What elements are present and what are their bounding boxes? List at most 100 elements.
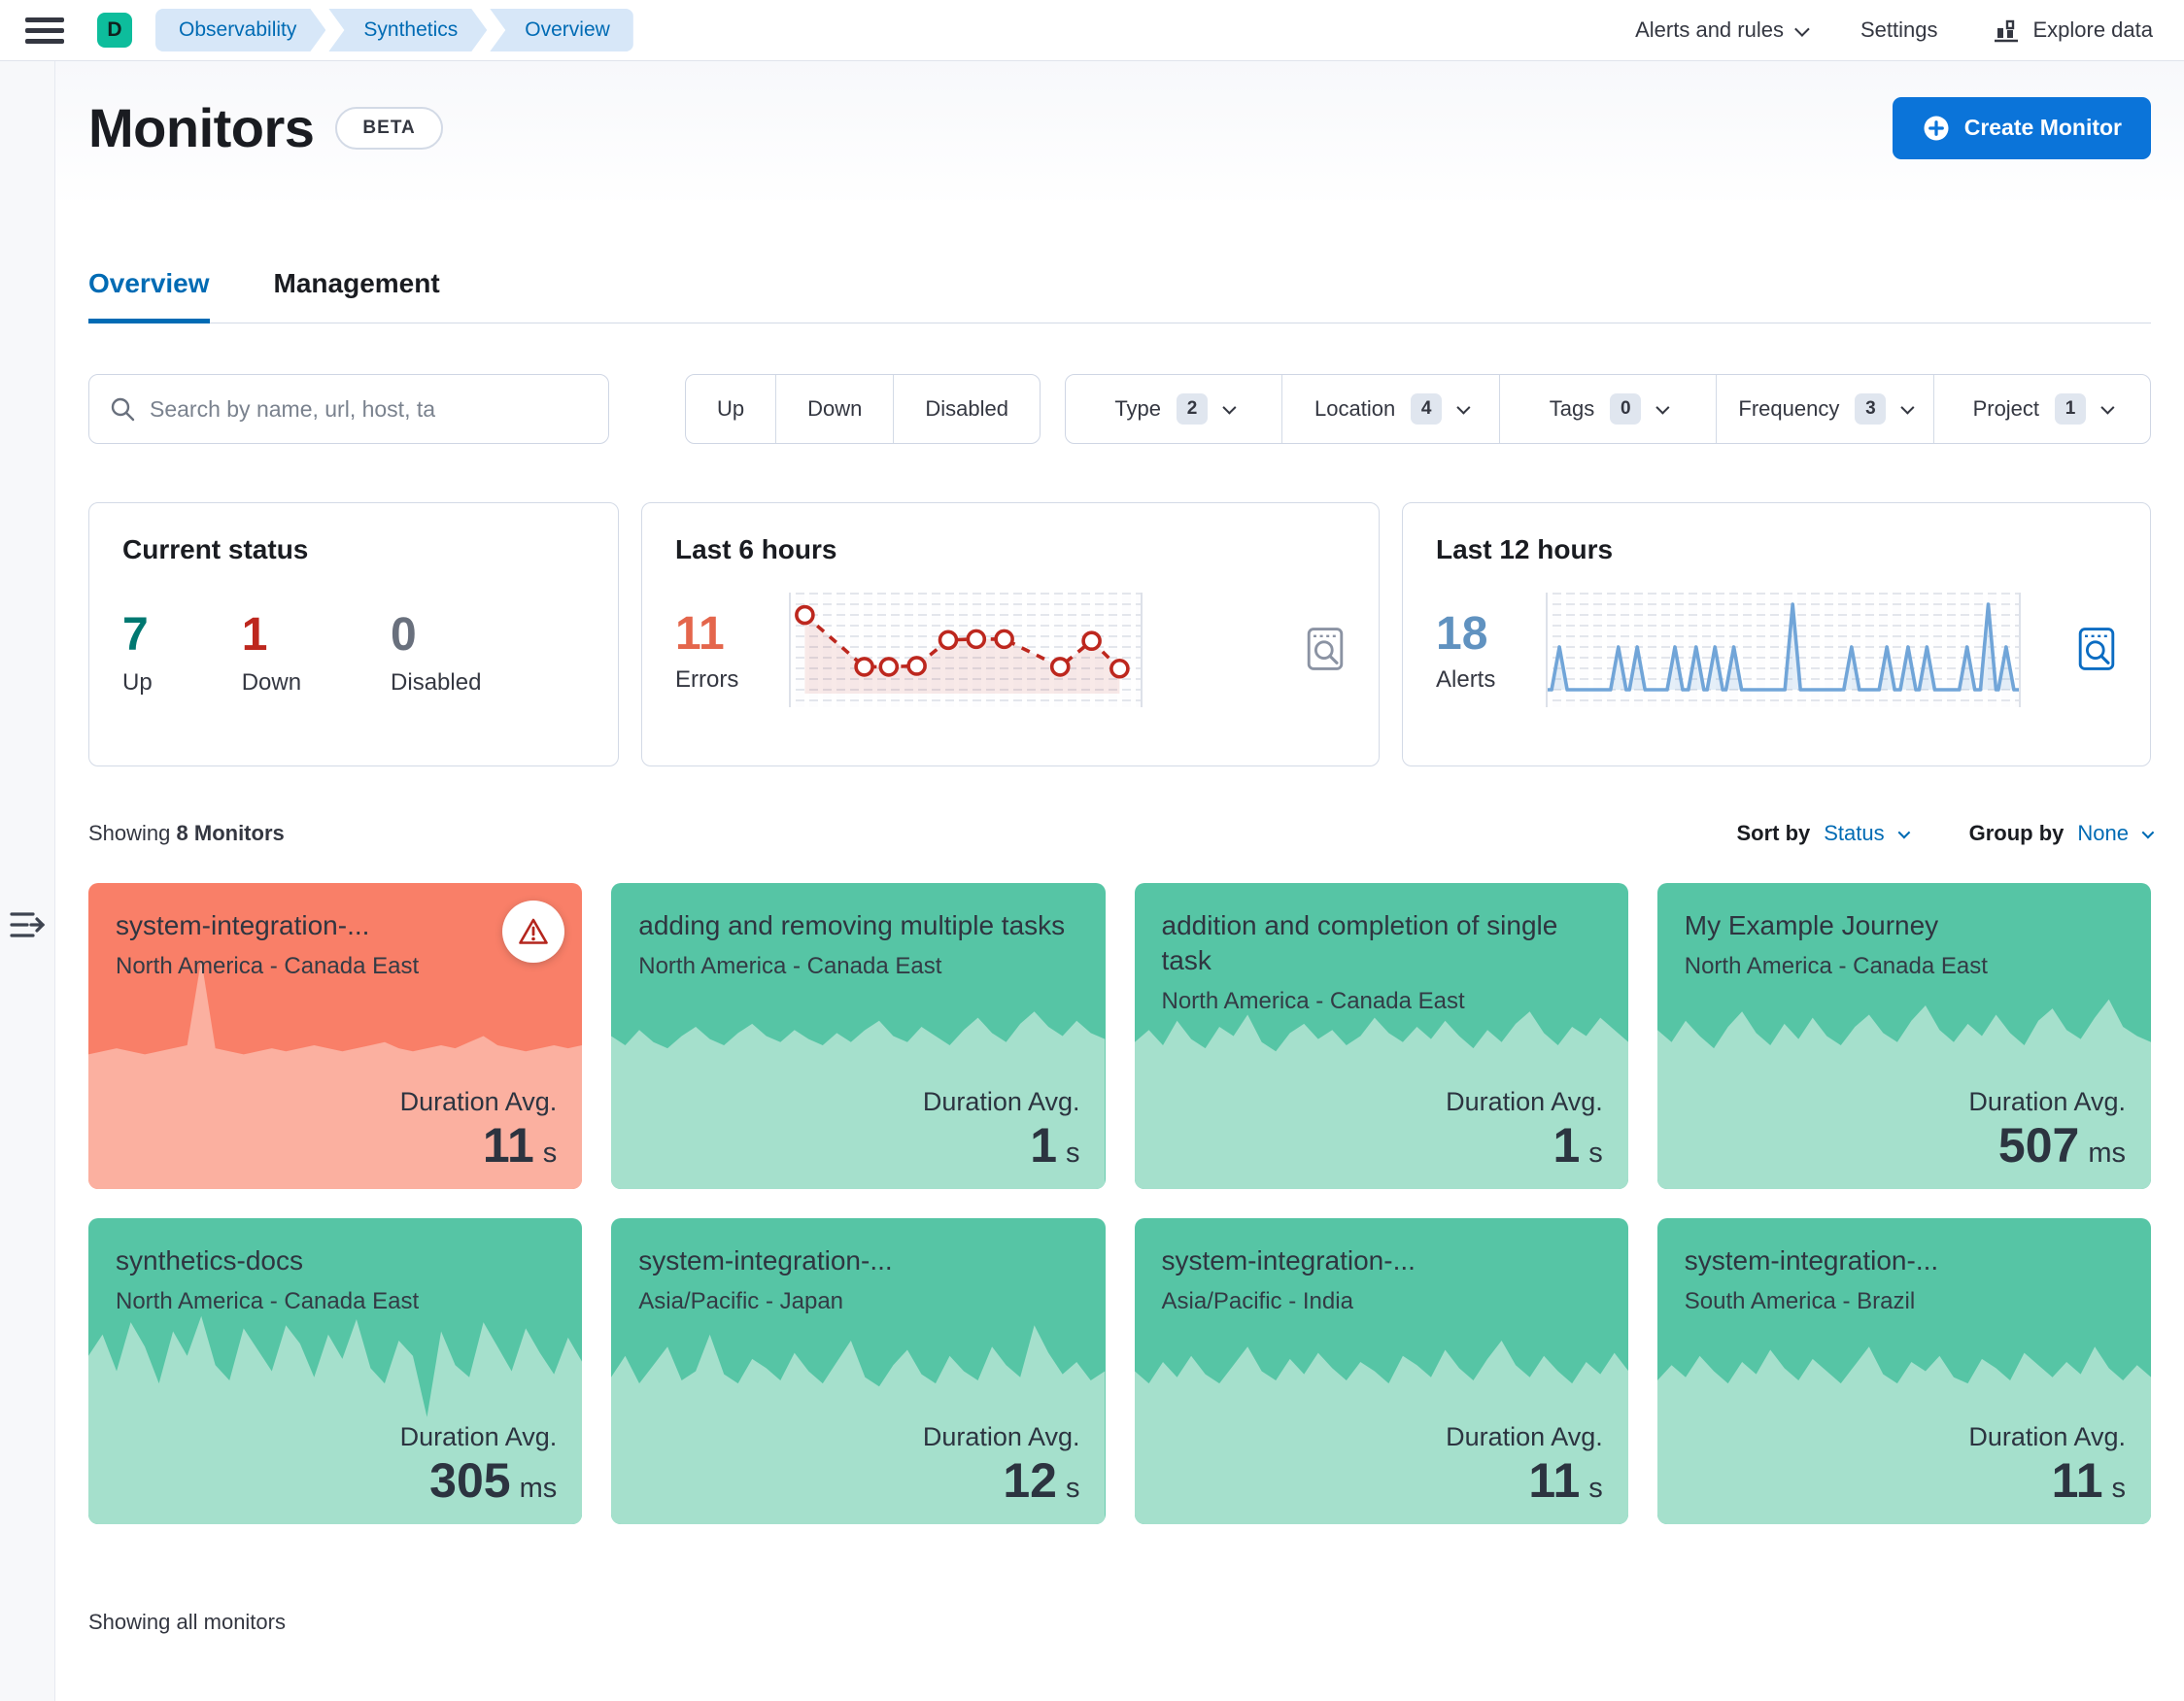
breadcrumb-observability[interactable]: Observability [155, 9, 325, 51]
inspect-icon[interactable] [2076, 626, 2117, 675]
filter-type-dropdown[interactable]: Type 2 [1066, 375, 1281, 443]
chevron-down-icon [2100, 400, 2115, 415]
monitor-location: North America - Canada East [1684, 952, 1988, 979]
breadcrumb-synthetics[interactable]: Synthetics [328, 9, 487, 51]
monitor-card[interactable]: My Example Journey North America - Canad… [1656, 883, 2151, 1189]
monitor-card[interactable]: addition and completion of single task N… [1134, 883, 1628, 1189]
group-by-control[interactable]: Group by None [1969, 821, 2155, 846]
duration-label: Duration Avg. [1968, 1422, 2126, 1451]
monitors-count: 8 Monitors [176, 821, 285, 845]
monitor-name: synthetics-docs [116, 1245, 303, 1276]
overview-stats: Current status 7 Up 1 Down 0 Disabled La… [88, 502, 2151, 766]
alerts-chart [1546, 593, 2022, 707]
top-navbar: D Observability Synthetics Overview Aler… [0, 0, 2184, 61]
monitor-card[interactable]: adding and removing multiple tasks North… [611, 883, 1106, 1189]
showing-count: Showing 8 Monitors [88, 821, 285, 846]
duration-unit: s [542, 1138, 558, 1169]
alerts-and-rules-menu[interactable]: Alerts and rules [1635, 17, 1810, 43]
duration-label: Duration Avg. [399, 1422, 558, 1451]
duration-unit: ms [519, 1473, 558, 1504]
alerts-count: 18 [1436, 607, 1488, 660]
filter-location-dropdown[interactable]: Location 4 [1281, 375, 1498, 443]
chevron-down-icon [1456, 400, 1471, 415]
monitor-location: North America - Canada East [116, 952, 420, 979]
menu-icon[interactable] [25, 17, 72, 44]
breadcrumb-overview[interactable]: Overview [490, 9, 633, 51]
tab-overview[interactable]: Overview [88, 268, 210, 323]
settings-link[interactable]: Settings [1860, 17, 1938, 43]
chevron-down-icon [1222, 400, 1237, 415]
filter-up-button[interactable]: Up [686, 375, 775, 443]
duration-unit: s [1066, 1138, 1080, 1169]
duration-value: 305 [429, 1453, 511, 1508]
tab-management[interactable]: Management [274, 268, 440, 323]
monitor-location: North America - Canada East [1161, 987, 1465, 1014]
errors-metric: 11 Errors [675, 607, 738, 694]
showing-prefix: Showing [88, 821, 171, 845]
monitor-card[interactable]: system-integration-... Asia/Pacific - In… [1134, 1218, 1628, 1524]
bar-chart-icon [1995, 19, 2019, 43]
alerts-metric: 18 Alerts [1436, 607, 1495, 694]
duration-value: 11 [1528, 1453, 1581, 1508]
explore-data-label: Explore data [2032, 17, 2153, 42]
errors-label: Errors [675, 665, 739, 693]
monitor-card[interactable]: system-integration-... South America - B… [1656, 1218, 2151, 1524]
search-input[interactable] [150, 395, 589, 423]
settings-label: Settings [1860, 17, 1938, 42]
duration-unit: s [1588, 1473, 1603, 1504]
duration-value: 11 [482, 1118, 534, 1173]
sort-by-control[interactable]: Sort by Status [1736, 821, 1910, 846]
duration-value: 1 [1553, 1118, 1581, 1173]
down-status-badge [502, 901, 565, 963]
monitor-name: system-integration-... [1161, 1245, 1416, 1276]
monitor-location: North America - Canada East [116, 1287, 420, 1314]
filter-down-button[interactable]: Down [775, 375, 893, 443]
monitor-card[interactable]: system-integration-... North America - C… [88, 883, 583, 1189]
filter-disabled-button[interactable]: Disabled [893, 375, 1040, 443]
search-icon [111, 397, 135, 422]
filter-tags-dropdown[interactable]: Tags 0 [1498, 375, 1716, 443]
disabled-count: 0 [391, 609, 417, 661]
alerts-card-title: Last 12 hours [1436, 534, 1614, 564]
duration-label: Duration Avg. [922, 1087, 1080, 1116]
monitors-grid: system-integration-... North America - C… [88, 883, 2151, 1524]
alerts-label: Alerts [1436, 665, 1496, 693]
sort-by-value: Status [1824, 821, 1885, 845]
breadcrumb: Observability Synthetics Overview [155, 9, 636, 51]
status-filter-group: Up Down Disabled [685, 374, 1041, 444]
filter-frequency-dropdown[interactable]: Frequency 3 [1716, 375, 1932, 443]
expand-sidebar-icon[interactable] [8, 151, 47, 1701]
filter-type-count-badge: 2 [1177, 393, 1209, 425]
down-stat: 1 Down [242, 608, 301, 697]
monitor-card[interactable]: synthetics-docs North America - Canada E… [88, 1218, 583, 1524]
duration-unit: ms [2088, 1138, 2126, 1169]
monitors-list-header: Showing 8 Monitors Sort by Status Group … [88, 821, 2155, 846]
current-status-title: Current status [122, 534, 309, 564]
chevron-down-icon [2141, 826, 2155, 838]
alerts-and-rules-label: Alerts and rules [1635, 17, 1784, 42]
monitor-name: system-integration-... [638, 1245, 893, 1276]
space-avatar[interactable]: D [97, 13, 132, 48]
errors-card: Last 6 hours 11 Errors [641, 502, 1380, 766]
create-monitor-button[interactable]: Create Monitor [1892, 96, 2151, 159]
filter-project-dropdown[interactable]: Project 1 [1932, 375, 2150, 443]
beta-badge: BETA [335, 106, 443, 150]
errors-chart [789, 593, 1143, 707]
down-count: 1 [241, 609, 268, 661]
duration-label: Duration Avg. [1446, 1087, 1603, 1116]
inspect-icon[interactable] [1305, 626, 1346, 675]
showing-all-monitors-text: Showing all monitors [88, 1610, 286, 1634]
explore-data-link[interactable]: Explore data [1992, 16, 2153, 45]
duration-label: Duration Avg. [399, 1087, 558, 1116]
up-label: Up [122, 669, 153, 696]
page-header: Monitors BETA Create Monitor [88, 61, 2151, 159]
monitor-name: My Example Journey [1684, 910, 1939, 940]
monitor-card[interactable]: system-integration-... Asia/Pacific - Ja… [611, 1218, 1106, 1524]
filter-project-label: Project [1972, 396, 2040, 421]
errors-count: 11 [675, 607, 725, 660]
monitor-name: system-integration-... [116, 910, 370, 940]
filter-project-count-badge: 1 [2055, 393, 2087, 425]
monitor-location: Asia/Pacific - Japan [638, 1287, 844, 1314]
current-status-card: Current status 7 Up 1 Down 0 Disabled [88, 502, 619, 766]
plus-circle-icon [1924, 116, 1949, 140]
